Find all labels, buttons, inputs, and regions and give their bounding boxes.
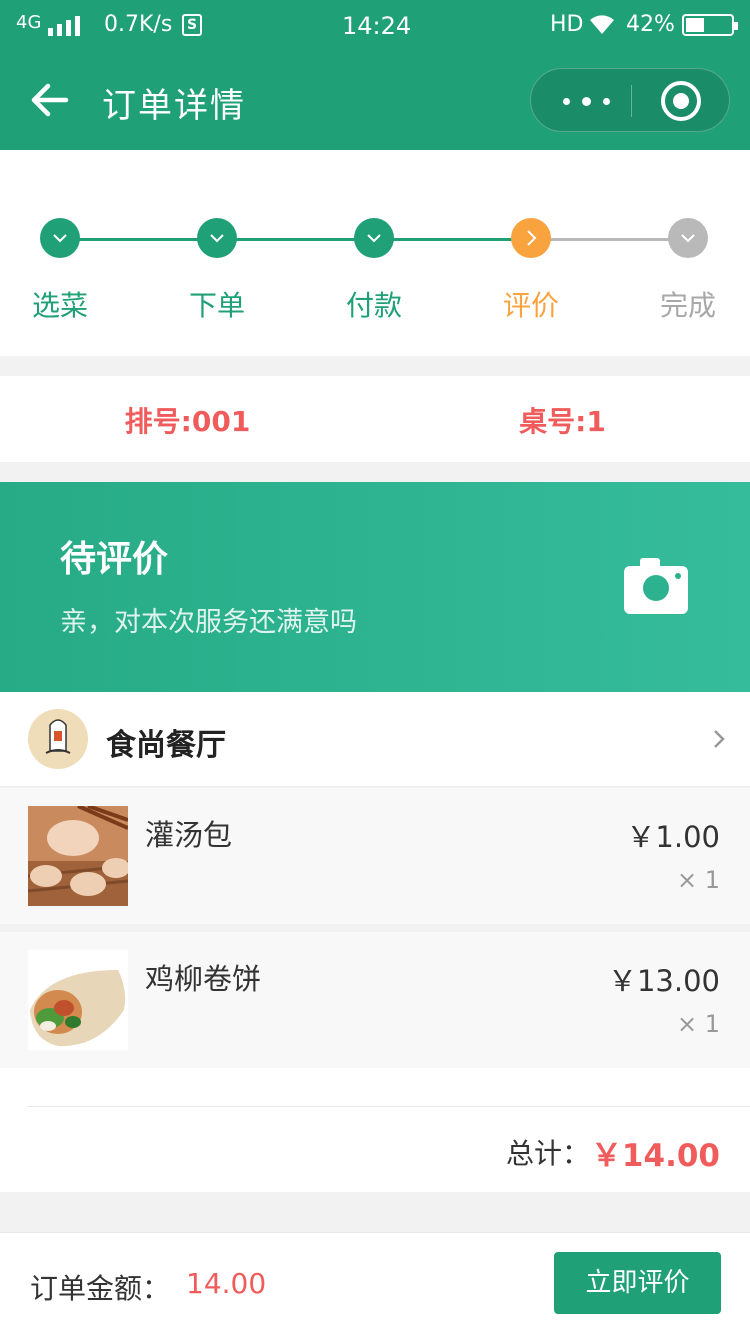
item-quantity: × 1: [676, 866, 720, 894]
queue-info: 排号:001 桌号:1: [0, 376, 750, 462]
signal-icon: [48, 14, 88, 36]
arrow-left-icon: [31, 83, 69, 117]
step-connector: [60, 238, 217, 241]
step-connector: [531, 238, 688, 241]
hd-indicator: HD: [550, 12, 584, 37]
step-connector: [217, 238, 374, 241]
network-type: 4G: [16, 12, 42, 33]
step-label: 付款: [345, 289, 402, 322]
banner-title: 待评价: [60, 539, 169, 580]
app-header: 4G 0.7K/s S 14:24 HD 42% 订单详情: [0, 0, 750, 150]
step-connector: [374, 238, 531, 241]
camera-icon[interactable]: [624, 556, 688, 614]
bottom-action-bar: 订单金额： 14.00 立即评价: [0, 1232, 750, 1333]
back-button[interactable]: [26, 78, 74, 122]
item-quantity: × 1: [676, 1010, 720, 1038]
step-label: 完成: [659, 289, 716, 322]
banner-subtitle: 亲，对本次服务还满意吗: [60, 607, 357, 638]
restaurant-logo: [28, 709, 88, 769]
step-chevron-down-icon: [668, 218, 708, 258]
clock: 14:24: [342, 12, 412, 40]
total-label: 总计：: [506, 1137, 591, 1170]
step-label: 评价: [502, 289, 559, 322]
step-label: 下单: [188, 289, 245, 322]
item-price: ￥1.00: [626, 820, 720, 854]
more-button[interactable]: [551, 69, 621, 133]
network-speed: 0.7K/s: [104, 12, 173, 37]
page-title: 订单详情: [102, 86, 246, 126]
item-name: 灌汤包: [145, 818, 233, 852]
food-image: [28, 950, 128, 1050]
battery-icon: [682, 14, 738, 36]
step-chevron-down-icon: [354, 218, 394, 258]
target-circle-icon[interactable]: [661, 81, 701, 121]
restaurant-row[interactable]: 食尚餐厅: [0, 692, 750, 787]
mini-program-capsule: [530, 68, 730, 132]
order-amount-label: 订单金额：: [30, 1272, 171, 1305]
wifi-icon: [590, 15, 614, 34]
step-chevron-right-icon: [511, 218, 551, 258]
queue-number: 排号:001: [124, 405, 251, 438]
s-badge-icon: S: [182, 14, 202, 36]
item-name: 鸡柳卷饼: [145, 962, 262, 996]
chevron-right-icon: [714, 730, 725, 748]
review-banner: 待评价 亲，对本次服务还满意吗: [0, 482, 750, 692]
restaurant-name: 食尚餐厅: [106, 728, 226, 763]
food-image: [28, 806, 128, 906]
order-item[interactable]: 灌汤包 ￥1.00 × 1: [0, 788, 750, 924]
battery-percent: 42%: [626, 12, 675, 37]
order-progress-steps: 选菜 下单 付款 评价 完成: [0, 150, 750, 356]
step-label: 选菜: [31, 289, 88, 322]
divider: [28, 1106, 750, 1107]
step-chevron-down-icon: [40, 218, 80, 258]
table-number: 桌号:1: [519, 405, 606, 438]
review-now-button[interactable]: 立即评价: [554, 1252, 721, 1314]
order-total-row: 总计： ￥14.00: [0, 1068, 750, 1192]
step-chevron-down-icon: [197, 218, 237, 258]
order-item[interactable]: 鸡柳卷饼 ￥13.00 × 1: [0, 932, 750, 1068]
status-bar: 4G 0.7K/s S 14:24 HD 42%: [0, 0, 750, 52]
item-price: ￥13.00: [607, 964, 720, 998]
total-value: ￥14.00: [590, 1138, 720, 1174]
order-amount-value: 14.00: [186, 1267, 267, 1300]
